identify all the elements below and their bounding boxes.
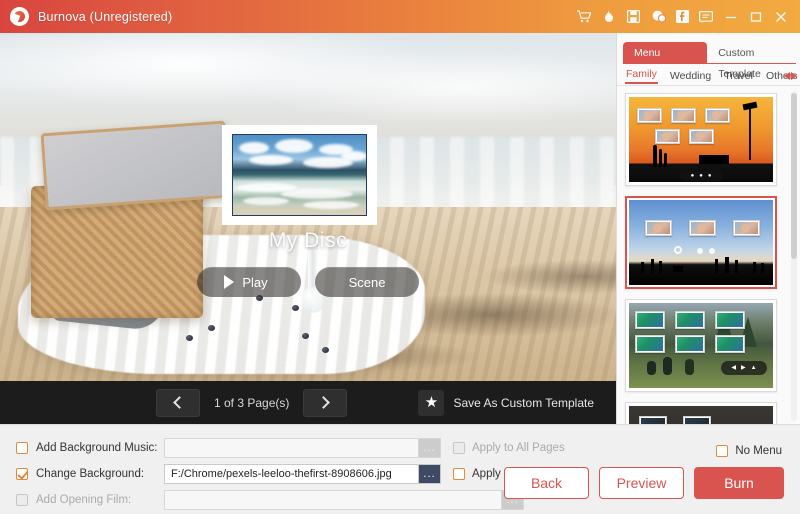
flame-icon[interactable] [596, 5, 621, 29]
change-background-path-input[interactable]: F:/Chrome/pexels-leeloo-thefirst-8908606… [164, 464, 419, 484]
template-dark-gold[interactable] [625, 402, 777, 424]
home-icon: ▲ [750, 365, 757, 371]
chevron-right-icon [317, 396, 331, 409]
next-page-button[interactable] [303, 388, 348, 417]
tab-custom-template[interactable]: Custom Template [707, 42, 800, 80]
app-logo [10, 7, 29, 26]
play-icon [224, 275, 235, 289]
save-as-custom-template-label: Save As Custom Template [453, 395, 594, 410]
template-list[interactable]: ● ● ● ◀ ▶ ▲ [617, 87, 800, 424]
burn-button[interactable]: Burn [694, 467, 784, 499]
background-music-apply-all: Apply to All Pages [453, 442, 565, 454]
back-button[interactable]: Back [504, 467, 589, 499]
option-row-opening-film: Add Opening Film: ... [16, 489, 524, 511]
save-icon[interactable] [621, 5, 646, 29]
add-background-music-checkbox[interactable] [16, 442, 28, 454]
add-opening-film-checkbox [16, 494, 28, 506]
minimize-icon[interactable] [718, 5, 743, 29]
template-thumbnail: ◀ ▶ ▲ [629, 303, 773, 388]
facebook-icon[interactable] [671, 5, 693, 29]
berry-decor [302, 333, 309, 339]
berry-decor [186, 335, 193, 341]
prev-icon: ◀ [731, 365, 737, 371]
background-music-path-input[interactable] [164, 438, 419, 458]
scene-button-label: Scene [348, 274, 386, 290]
template-beach-silhouette[interactable] [625, 196, 777, 289]
next-icon: ● [707, 173, 712, 179]
subtab-family[interactable]: Family [625, 68, 658, 84]
subtab-travel[interactable]: Travel [723, 70, 754, 82]
template-sunset-family[interactable]: ● ● ● [625, 93, 777, 186]
background-music-apply-checkbox [453, 442, 465, 454]
close-icon[interactable] [768, 5, 793, 29]
add-opening-film-label: Add Opening Film: [36, 494, 132, 506]
preview-button[interactable]: Preview [599, 467, 684, 499]
no-menu-checkbox[interactable] [716, 445, 729, 457]
options-panel: Add Background Music: ... Apply to All P… [0, 424, 800, 514]
page-navigation-bar: 1 of 3 Page(s) ★ Save As Custom Template [0, 381, 616, 424]
play-button-label: Play [242, 274, 268, 290]
opening-film-path-input [164, 490, 502, 510]
menu-buttons: Play Scene [0, 267, 616, 297]
background-music-apply-label: Apply to All Pages [472, 442, 565, 454]
home-icon: ● [690, 173, 695, 179]
change-background-browse-button[interactable]: ... [419, 464, 441, 484]
chevron-left-icon [173, 396, 186, 409]
scene-button[interactable]: Scene [315, 267, 419, 297]
add-background-music-label: Add Background Music: [36, 442, 158, 454]
save-as-custom-template-button[interactable]: ★ Save As Custom Template [418, 389, 594, 416]
template-panel: Menu Template Custom Template Family Wed… [616, 33, 800, 424]
change-background-apply-checkbox[interactable] [453, 468, 465, 480]
template-tabs: Menu Template Custom Template [623, 41, 800, 80]
template-thumbnail [629, 200, 773, 285]
page-count-label: 1 of 3 Page(s) [214, 395, 290, 410]
template-forest-camp[interactable]: ◀ ▶ ▲ [625, 299, 777, 392]
star-icon-box: ★ [418, 389, 445, 416]
template-thumbnail [629, 406, 773, 424]
change-background-label: Change Background: [36, 468, 145, 480]
previous-page-button[interactable] [156, 388, 200, 417]
subtab-wedding[interactable]: Wedding [669, 70, 712, 82]
star-icon: ★ [424, 394, 439, 411]
menu-preview-stage[interactable]: My Disc Play Scene [0, 33, 616, 381]
chat-icon[interactable] [646, 5, 671, 29]
stamp-photo-image [232, 134, 367, 216]
maximize-icon[interactable] [743, 5, 768, 29]
background-basket-lid [40, 120, 231, 210]
template-thumbnail: ● ● ● [629, 97, 773, 182]
arrow-right-icon[interactable] [791, 71, 797, 80]
feedback-icon[interactable] [693, 5, 718, 29]
next-icon: ▶ [741, 365, 746, 371]
no-menu-label: No Menu [735, 445, 782, 457]
stamp-photo-frame[interactable] [222, 125, 377, 225]
arrow-left-icon[interactable] [784, 71, 790, 80]
berry-decor [322, 347, 329, 353]
window-controls [571, 5, 800, 29]
prev-icon: ● [699, 173, 703, 179]
scrollbar-thumb[interactable] [791, 93, 797, 259]
subtab-scroll-arrows [784, 71, 797, 80]
template-list-scrollbar[interactable] [791, 91, 797, 421]
background-music-browse-button[interactable]: ... [419, 438, 441, 458]
berry-decor [208, 325, 215, 331]
no-menu-option: No Menu [716, 445, 782, 457]
app-title: Burnova (Unregistered) [38, 9, 173, 24]
burnova-window: Burnova (Unregistered) My Disc Play Scen… [0, 0, 800, 514]
tab-menu-template[interactable]: Menu Template [623, 42, 708, 80]
disc-title[interactable]: My Disc [0, 229, 616, 253]
option-row-background-music: Add Background Music: ... Apply to All P… [16, 437, 565, 459]
title-bar: Burnova (Unregistered) [0, 0, 800, 33]
burnova-logo-icon [10, 7, 29, 26]
play-button[interactable]: Play [197, 267, 301, 297]
option-row-change-background: Change Background: F:/Chrome/pexels-leel… [16, 463, 565, 485]
action-buttons: Back Preview Burn [504, 467, 784, 499]
berry-decor [292, 305, 299, 311]
change-background-checkbox[interactable] [16, 468, 28, 480]
template-subtabs: Family Wedding Travel Others [617, 64, 800, 86]
cart-icon[interactable] [571, 5, 596, 29]
